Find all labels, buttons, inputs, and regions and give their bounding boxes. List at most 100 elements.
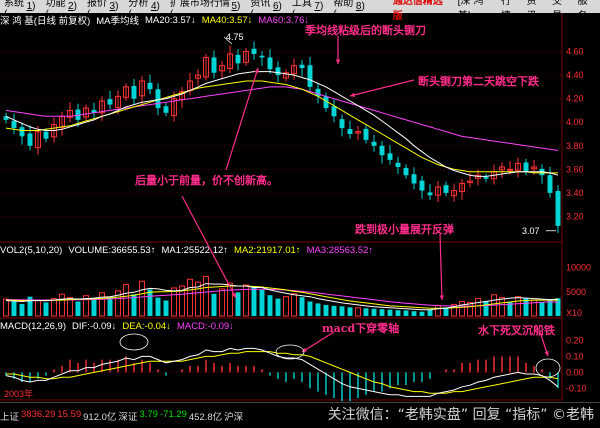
- chart-grid: [0, 13, 563, 401]
- volume-tick-label: 5000: [566, 287, 586, 297]
- volume-bar: [99, 292, 105, 317]
- candle-body: [419, 180, 425, 191]
- candle-body: [507, 168, 513, 171]
- annotation-arrow: [349, 79, 415, 97]
- candle-body: [411, 174, 417, 184]
- candle-body: [379, 145, 385, 156]
- candle-body: [131, 85, 137, 99]
- price-panel: 4.75 3.07: [3, 32, 561, 236]
- status-item-3: 912.0亿: [83, 411, 117, 423]
- macd-panel: 2003年: [4, 347, 559, 402]
- volume-bar: [259, 289, 265, 316]
- volume-bar: [339, 306, 345, 316]
- candle-body: [547, 175, 553, 193]
- volume-bar: [227, 282, 233, 317]
- volume-bar: [251, 286, 257, 316]
- candle-body: [363, 128, 369, 140]
- watermark-text: 关注微信：“老韩实盘” 回复 “指标” ©老韩: [327, 407, 594, 423]
- volume-bar: [171, 287, 177, 317]
- annotation-arrowhead: [544, 351, 549, 356]
- price-tick-label: 3.40: [566, 188, 584, 198]
- annotation-arrowhead: [439, 295, 445, 300]
- volume-bar: [483, 301, 489, 316]
- volume-bar: [411, 311, 417, 316]
- volume-bar: [107, 296, 113, 316]
- volume-bar: [11, 301, 17, 316]
- volume-bar: [371, 308, 377, 316]
- volume-bar: [291, 293, 297, 317]
- annotation-arrowhead: [254, 68, 259, 73]
- candle-body: [19, 127, 25, 137]
- status-item-8: 沪深: [224, 411, 244, 423]
- candle-body: [251, 48, 257, 54]
- candle-body: [43, 131, 49, 139]
- volume-bar: [163, 300, 169, 316]
- macd-tick-label: 0.10: [566, 351, 584, 361]
- volume-bar: [515, 296, 521, 317]
- volume-bar: [387, 309, 393, 316]
- price-tick-label: 4.20: [566, 94, 584, 104]
- price-tick-label: 4.40: [566, 70, 584, 80]
- volume-bar: [139, 280, 145, 317]
- volume-bar: [283, 296, 289, 317]
- volume-bar: [211, 293, 217, 316]
- volume-bar: [419, 311, 425, 316]
- annotation-arrow: [181, 195, 237, 299]
- status-item-1: 3836.29: [21, 408, 56, 420]
- high-price-label: 4.75: [226, 32, 244, 42]
- candle-body: [307, 65, 313, 87]
- volume-bar: [187, 278, 193, 317]
- year-label: 2003年: [4, 388, 33, 399]
- candle-body: [267, 57, 273, 70]
- annotation-guillotine: 季均线粘级后的断头铡刀: [305, 24, 426, 37]
- price-tick-label: 3.80: [566, 141, 584, 151]
- volume-bar: [75, 301, 81, 316]
- annotation-macd-cross: macd下穿零轴: [322, 322, 400, 335]
- volume-bar: [219, 288, 225, 317]
- status-item-4: 深证: [118, 411, 138, 423]
- macd-tick-label: -0.10: [566, 383, 587, 393]
- status-item-5: 3.79: [139, 408, 158, 420]
- volume-bar: [51, 298, 57, 317]
- candle-body: [339, 119, 345, 129]
- status-item-2: 15.59: [57, 408, 82, 420]
- candle-body: [347, 129, 353, 134]
- volume-bar: [523, 298, 529, 316]
- volume-bar: [331, 305, 337, 316]
- candle-body: [259, 55, 265, 58]
- candle-body: [483, 177, 489, 179]
- stock-chart[interactable]: 4.75 3.07 2003年 4.60 4.40 4.20 4.00 3.80 3.60 3…: [0, 0, 600, 402]
- volume-bar: [147, 289, 153, 316]
- low-price-label: 3.07: [522, 226, 540, 236]
- candle-body: [211, 57, 217, 73]
- volume-bar: [91, 299, 97, 316]
- volume-bar: [379, 309, 385, 316]
- price-tick-label: 4.00: [566, 117, 584, 127]
- volume-bar: [267, 295, 273, 316]
- macd-tick-label: 0.20: [566, 335, 584, 345]
- candle-body: [395, 162, 401, 167]
- highlight-ellipse: [535, 358, 561, 378]
- annotation-gap-down: 断头铡刀第二天跳空下跌: [418, 75, 539, 88]
- volume-bar: [203, 275, 209, 317]
- annotation-rebound: 跌到极小量展开反弹: [355, 223, 454, 236]
- volume-bar: [235, 292, 241, 316]
- volume-bar: [307, 301, 313, 316]
- candle-body: [155, 89, 161, 109]
- ma40-line: [5, 80, 558, 174]
- candle-body: [387, 153, 393, 160]
- volume-bar: [427, 309, 433, 316]
- volume-bar: [355, 307, 361, 317]
- candle-body: [163, 106, 169, 113]
- candle-body: [371, 141, 377, 146]
- volume-bar: [323, 304, 329, 316]
- ma60-line: [5, 86, 559, 151]
- price-tick-label: 3.60: [566, 164, 584, 174]
- volume-tick-label: 10000: [566, 263, 591, 273]
- annotation-volume-divergence: 后量小于前量，价不创新高。: [135, 174, 278, 187]
- volume-bar: [363, 308, 369, 316]
- volume-bar: [3, 298, 9, 317]
- volume-bar: [19, 303, 25, 316]
- candle-body: [427, 192, 433, 196]
- volume-bar: [59, 293, 65, 317]
